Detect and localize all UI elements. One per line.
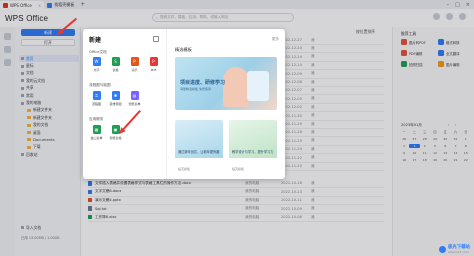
template-card[interactable]: 通过新年创意，让新年更有趣 稻壳模板 bbox=[175, 120, 223, 174]
popup-new-panel: 新建 Office文档 W 文字 S 表格 P 演示 P PDF 流程图与脑图 ⌗ 流程图 ✱ 思维… bbox=[83, 29, 167, 179]
app-icon: P bbox=[130, 57, 139, 66]
template-card-caption: 教学设计与学习，提升学习力 bbox=[232, 150, 274, 154]
flow-apps: ⌗ 流程图 ✱ 思维导图 ▤ 智能表单 bbox=[89, 91, 142, 106]
app-flow_apps-item[interactable]: ▤ 智能表单 bbox=[127, 91, 142, 106]
common-section-title: 应用服务 bbox=[89, 117, 104, 121]
watermark-url: www.xz7.com bbox=[448, 250, 469, 254]
watermark: 极光下载站 www.xz7.com bbox=[439, 244, 470, 254]
app-office_apps-item[interactable]: P PDF bbox=[146, 57, 161, 72]
templates-title: 精选模板 bbox=[175, 47, 192, 52]
app-label: 思维导图 bbox=[109, 101, 122, 106]
office-apps: W 文字 S 表格 P 演示 P PDF bbox=[89, 57, 161, 72]
app-label: 金山表单 bbox=[90, 135, 103, 140]
app-label: 智能表格 bbox=[109, 135, 122, 140]
app-icon: W bbox=[92, 57, 101, 66]
app-label: 表格 bbox=[112, 67, 119, 72]
popup-title: 新建 bbox=[89, 37, 102, 44]
app-flow_apps-item[interactable]: ✱ 思维导图 bbox=[108, 91, 123, 106]
app-label: 流程图 bbox=[91, 101, 101, 106]
app-office_apps-item[interactable]: S 表格 bbox=[108, 57, 123, 72]
banner-subtitle: 海量精选模板 免费使用 bbox=[180, 87, 211, 91]
app-office_apps-item[interactable]: W 文字 bbox=[89, 57, 104, 72]
app-icon: ✱ bbox=[111, 91, 120, 100]
app-flow_apps-item[interactable]: ⌗ 流程图 bbox=[89, 91, 104, 106]
flow-section-title: 流程图与脑图 bbox=[89, 83, 111, 87]
template-card-source: 稻壳模板 bbox=[232, 167, 245, 171]
app-office_apps-item[interactable]: P 演示 bbox=[127, 57, 142, 72]
app-icon: S bbox=[111, 57, 120, 66]
app-common_apps-item[interactable]: ▦ 金山表单 bbox=[89, 125, 104, 140]
template-card-caption: 通过新年创意，让新年更有趣 bbox=[178, 150, 220, 154]
app-icon: ▦ bbox=[92, 125, 101, 134]
popup-templates: 更多 精选模板 项目进度、研修学习 海量精选模板 免费使用 通过新年创意，让新年… bbox=[167, 29, 285, 179]
app-label: PDF bbox=[150, 67, 157, 72]
app-label: 演示 bbox=[131, 67, 138, 72]
app-label: 智能表单 bbox=[128, 101, 141, 106]
banner-board-illustration bbox=[247, 71, 269, 101]
office-section-title: Office文档 bbox=[89, 50, 107, 54]
banner-figure-illustration bbox=[223, 67, 249, 107]
collapse-icon[interactable] bbox=[153, 36, 159, 42]
templates-more-link[interactable]: 更多 bbox=[272, 37, 279, 42]
watermark-logo-icon bbox=[439, 245, 447, 253]
banner-title: 项目进度、研修学习 bbox=[180, 80, 226, 86]
app-label: 文字 bbox=[93, 67, 100, 72]
app-icon: ⌗ bbox=[92, 91, 101, 100]
template-card-source: 稻壳模板 bbox=[178, 167, 191, 171]
app-icon: P bbox=[149, 57, 158, 66]
app-icon: ▤ bbox=[130, 91, 139, 100]
template-card[interactable]: 教学设计与学习，提升学习力 稻壳模板 bbox=[229, 120, 277, 174]
new-document-popup: 新建 Office文档 W 文字 S 表格 P 演示 P PDF 流程图与脑图 ⌗ 流程图 ✱ 思维… bbox=[83, 29, 285, 179]
template-banner[interactable]: 项目进度、研修学习 海量精选模板 免费使用 bbox=[175, 57, 277, 110]
